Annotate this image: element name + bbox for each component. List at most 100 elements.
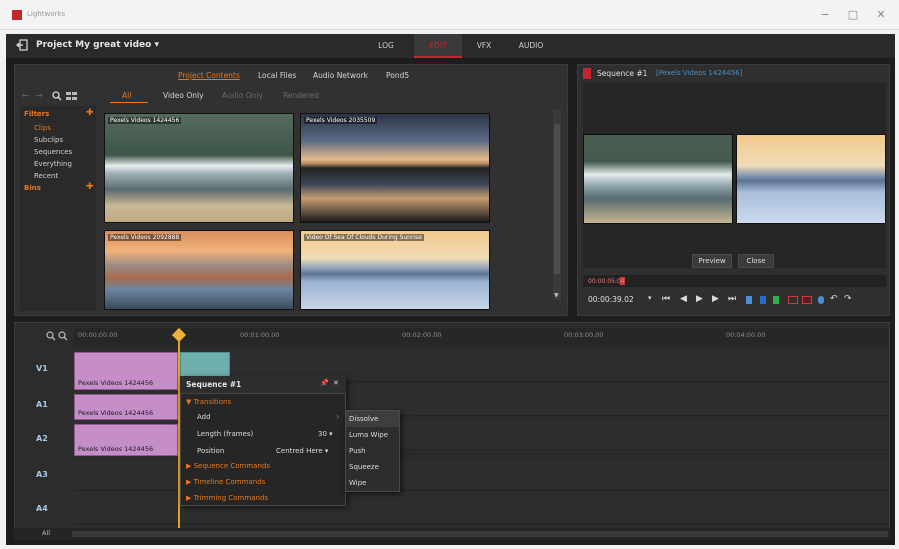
insert-icon[interactable] <box>788 296 798 304</box>
thumbnail-clip-4[interactable]: Video Of Sea Of Clouds During Sunrise <box>300 230 490 310</box>
filter-tab-rendered[interactable]: Rendered <box>283 91 319 100</box>
filter-tab-video-only[interactable]: Video Only <box>163 91 204 100</box>
filter-recent[interactable]: Recent <box>34 172 58 180</box>
tab-vfx[interactable]: VFX <box>466 34 502 58</box>
app-logo-icon <box>12 10 22 20</box>
bins-heading[interactable]: Bins <box>24 184 41 192</box>
clip-v1[interactable]: Pexels Videos 1424456 <box>74 352 178 390</box>
maximize-button[interactable]: □ <box>846 8 860 22</box>
filter-tab-audio-only[interactable]: Audio Only <box>222 91 263 100</box>
transition-from-frame <box>583 134 733 224</box>
scrollbar-thumb[interactable] <box>554 124 560 274</box>
transitions-section-label: Transitions <box>193 398 232 406</box>
filter-tab-all[interactable]: All <box>122 91 131 100</box>
tab-project-contents[interactable]: Project Contents <box>178 71 240 80</box>
thumbnail-label: Pexels Videos 2092888 <box>108 234 182 241</box>
step-back-icon[interactable]: ◀ <box>680 294 687 304</box>
tab-audio-network[interactable]: Audio Network <box>313 71 368 80</box>
timeline-commands-group[interactable]: ▶ Timeline Commands <box>186 478 265 486</box>
submenu-wipe[interactable]: Wipe <box>346 475 399 491</box>
close-icon[interactable]: ✕ <box>333 379 339 387</box>
thumbnail-label: Pexels Videos 2035509 <box>304 117 378 124</box>
submenu-luma-wipe[interactable]: Luma Wipe <box>346 427 399 443</box>
trimming-commands-group[interactable]: ▶ Trimming Commands <box>186 494 268 502</box>
sequence-commands-group[interactable]: ▶ Sequence Commands <box>186 462 270 470</box>
add-filter-icon[interactable]: ✚ <box>86 108 94 118</box>
filter-subclips[interactable]: Subclips <box>34 136 63 144</box>
clip-v1-second[interactable] <box>180 352 230 378</box>
position-dropdown[interactable]: Centred Here ▾ <box>276 447 328 455</box>
audio-level-icon[interactable] <box>818 296 824 304</box>
forward-icon[interactable]: → <box>36 91 43 100</box>
track-label-a2[interactable]: A2 <box>36 434 48 443</box>
track-label-a4[interactable]: A4 <box>36 504 48 513</box>
context-menu-title: Sequence #1 <box>186 380 242 389</box>
submenu-squeeze[interactable]: Squeeze <box>346 459 399 475</box>
app-name: Lightworks <box>27 10 66 18</box>
tab-local-files[interactable]: Local Files <box>258 71 296 80</box>
undo-icon[interactable]: ↶ <box>830 294 838 304</box>
tab-audio[interactable]: AUDIO <box>508 34 554 58</box>
zoom-out-icon[interactable] <box>58 331 68 341</box>
project-dropdown[interactable]: Project My great video ▾ <box>36 40 159 50</box>
active-tab-underline <box>110 102 148 103</box>
transitions-section[interactable]: ▼ Transitions <box>186 398 231 406</box>
submenu-push[interactable]: Push <box>346 443 399 459</box>
zoom-in-icon[interactable] <box>46 331 56 341</box>
submenu-dissolve[interactable]: Dissolve <box>346 411 399 427</box>
go-to-start-icon[interactable]: ⏮ <box>662 294 670 304</box>
add-transition-item[interactable]: Add <box>197 413 211 421</box>
search-icon[interactable] <box>52 91 62 101</box>
sequence-commands-label: Sequence Commands <box>193 462 270 470</box>
thumbnail-clip-3[interactable]: Pexels Videos 2092888 <box>104 230 294 310</box>
mark-out-icon[interactable] <box>760 296 766 304</box>
minimize-button[interactable]: − <box>818 8 832 22</box>
filter-everything[interactable]: Everything <box>34 160 72 168</box>
track-label-a3[interactable]: A3 <box>36 470 48 479</box>
thumbnail-clip-2[interactable]: Pexels Videos 2035509 <box>300 113 490 223</box>
viewer-timecode[interactable]: 00:00:39.02 <box>588 295 634 304</box>
replace-icon[interactable] <box>802 296 812 304</box>
browser-scrollbar[interactable]: ▼ <box>553 110 561 300</box>
clip-label: Pexels Videos 1424456 <box>78 409 154 417</box>
grid-view-icon[interactable] <box>66 91 78 101</box>
timeline-scroll-track[interactable] <box>72 531 888 537</box>
timeline-commands-label: Timeline Commands <box>193 478 266 486</box>
submenu-arrow-icon: › <box>336 412 340 421</box>
tab-pond5[interactable]: Pond5 <box>386 71 409 80</box>
tab-log[interactable]: LOG <box>366 34 406 58</box>
workspace-menubar: Project My great video ▾ LOG EDIT VFX AU… <box>6 34 895 58</box>
close-preview-button[interactable]: Close <box>738 254 774 268</box>
track-label-a1[interactable]: A1 <box>36 400 48 409</box>
viewer-scrub-bar[interactable] <box>583 275 886 287</box>
filters-heading[interactable]: Filters <box>24 110 49 118</box>
context-menu-header: Sequence #1 📌 ✕ <box>180 376 346 394</box>
timeline-ruler[interactable]: 00:00:00.00 00:01:00.00 00:02:00.00 00:0… <box>74 328 888 344</box>
scroll-down-icon[interactable]: ▼ <box>554 292 559 299</box>
add-marker-icon[interactable] <box>773 296 779 304</box>
close-window-button[interactable]: ✕ <box>874 8 888 22</box>
pin-icon[interactable]: 📌 <box>320 379 329 387</box>
preview-button[interactable]: Preview <box>692 254 732 268</box>
step-forward-icon[interactable]: ▶ <box>712 294 719 304</box>
exit-project-icon[interactable] <box>16 39 28 51</box>
tab-edit[interactable]: EDIT <box>414 34 462 58</box>
timecode-dropdown-icon[interactable]: ▾ <box>648 294 652 302</box>
mark-in-icon[interactable] <box>746 296 752 304</box>
play-icon[interactable]: ▶ <box>696 294 703 304</box>
back-icon[interactable]: ← <box>22 91 29 100</box>
length-stepper[interactable]: 30 ▾ <box>318 430 333 438</box>
track-label-v1[interactable]: V1 <box>36 364 48 373</box>
ruler-mark: 00:00:00.00 <box>78 331 118 339</box>
viewer-source-label: [Pexels Videos 1424456] <box>656 69 743 77</box>
redo-icon[interactable]: ↷ <box>844 294 852 304</box>
thumbnail-clip-1[interactable]: Pexels Videos 1424456 <box>104 113 294 223</box>
filter-sequences[interactable]: Sequences <box>34 148 72 156</box>
go-to-end-icon[interactable]: ⏭ <box>728 294 736 304</box>
all-tracks-label[interactable]: All <box>42 529 50 537</box>
clip-a2[interactable]: Pexels Videos 1424456 <box>74 424 178 456</box>
timeline-scrollbar[interactable]: All <box>14 528 890 540</box>
filter-clips[interactable]: Clips <box>34 124 51 132</box>
add-bin-icon[interactable]: ✚ <box>86 182 94 192</box>
clip-a1[interactable]: Pexels Videos 1424456 <box>74 394 178 420</box>
